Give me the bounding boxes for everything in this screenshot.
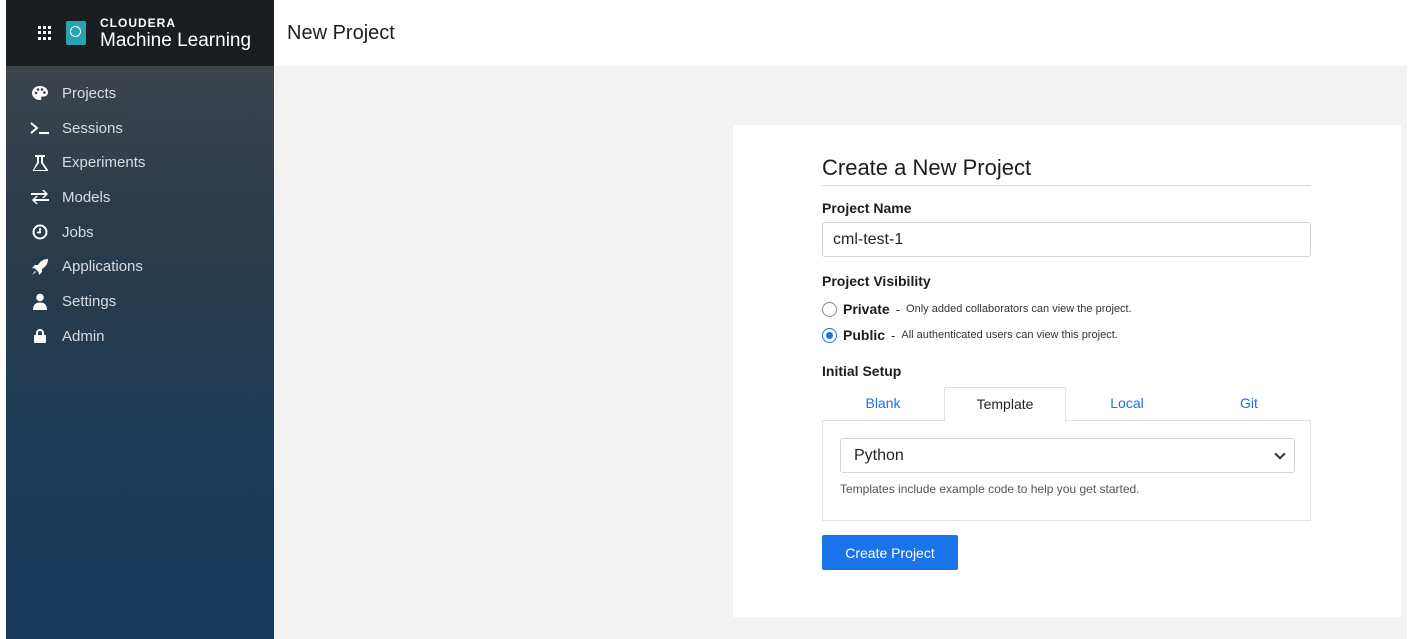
template-select-value: Python bbox=[854, 446, 904, 464]
app-switcher-icon[interactable] bbox=[38, 26, 52, 40]
lock-icon bbox=[30, 327, 50, 345]
sidebar-item-admin[interactable]: Admin bbox=[6, 319, 274, 354]
sidebar-item-label: Sessions bbox=[62, 119, 123, 137]
cloudera-logo-icon bbox=[66, 21, 86, 45]
sidebar-item-label: Applications bbox=[62, 258, 143, 276]
radio-separator: - bbox=[895, 301, 901, 317]
brand-text: CLOUDERA Machine Learning bbox=[100, 17, 251, 50]
create-project-button[interactable]: Create Project bbox=[822, 535, 958, 570]
tab-blank[interactable]: Blank bbox=[822, 387, 944, 420]
page-header: New Project bbox=[274, 0, 1413, 66]
sidebar-item-models[interactable]: Models bbox=[6, 180, 274, 215]
brand-product: Machine Learning bbox=[100, 29, 252, 51]
sidebar-item-sessions[interactable]: Sessions bbox=[6, 111, 274, 146]
template-select[interactable]: Python bbox=[840, 438, 1295, 473]
initial-setup-label: Initial Setup bbox=[822, 363, 902, 379]
project-visibility-label: Project Visibility bbox=[822, 273, 931, 289]
template-help-text: Templates include example code to help y… bbox=[840, 482, 1140, 496]
private-radio[interactable] bbox=[822, 301, 837, 317]
clock-icon bbox=[30, 223, 50, 241]
sidebar: CLOUDERA Machine Learning Projects Sessi… bbox=[0, 0, 274, 639]
template-tab-panel: Python Templates include example code to… bbox=[822, 421, 1311, 521]
tab-template[interactable]: Template bbox=[944, 387, 1066, 422]
project-name-input[interactable] bbox=[822, 222, 1311, 257]
brand-company: CLOUDERA bbox=[100, 15, 176, 30]
visibility-option-private[interactable]: Private - Only added collaborators can v… bbox=[822, 301, 1311, 317]
sidebar-item-settings[interactable]: Settings bbox=[6, 284, 274, 319]
sidebar-item-jobs[interactable]: Jobs bbox=[6, 215, 274, 250]
private-radio-title: Private bbox=[843, 301, 890, 317]
radio-separator: - bbox=[891, 327, 896, 343]
main-content: Create a New Project Project Name Projec… bbox=[274, 66, 1413, 639]
sidebar-item-experiments[interactable]: Experiments bbox=[6, 145, 274, 180]
flask-icon bbox=[30, 154, 50, 172]
private-radio-description: Only added collaborators can view the pr… bbox=[906, 303, 1132, 315]
new-project-card: Create a New Project Project Name Projec… bbox=[733, 125, 1401, 617]
sidebar-item-applications[interactable]: Applications bbox=[6, 249, 274, 284]
project-name-label: Project Name bbox=[822, 200, 912, 216]
page-title: New Project bbox=[287, 21, 395, 44]
chevron-down-icon bbox=[1274, 447, 1286, 460]
public-radio-title: Public bbox=[843, 327, 886, 343]
user-icon bbox=[30, 292, 50, 310]
new-project-form: Create a New Project Project Name Projec… bbox=[822, 155, 1311, 570]
rocket-icon bbox=[30, 258, 50, 276]
sidebar-item-label: Jobs bbox=[62, 223, 94, 241]
brand-bar: CLOUDERA Machine Learning bbox=[0, 0, 274, 66]
terminal-icon bbox=[30, 119, 50, 137]
tab-git[interactable]: Git bbox=[1188, 387, 1310, 420]
app-root: CLOUDERA Machine Learning Projects Sessi… bbox=[0, 0, 1413, 639]
sidebar-item-label: Models bbox=[62, 188, 111, 206]
sidebar-item-label: Projects bbox=[62, 84, 117, 102]
sidebar-item-label: Settings bbox=[62, 292, 117, 310]
sidebar-item-label: Admin bbox=[62, 327, 105, 345]
public-radio-description: All authenticated users can view this pr… bbox=[901, 329, 1118, 341]
sidebar-item-label: Experiments bbox=[62, 154, 146, 172]
sidebar-nav: Projects Sessions Experiments Models Job… bbox=[0, 66, 274, 639]
exchange-icon bbox=[30, 188, 50, 206]
palette-icon bbox=[30, 84, 50, 102]
sidebar-item-projects[interactable]: Projects bbox=[6, 76, 274, 111]
form-title: Create a New Project bbox=[822, 155, 1311, 186]
public-radio[interactable] bbox=[822, 327, 837, 343]
visibility-option-public[interactable]: Public - All authenticated users can vie… bbox=[822, 327, 1311, 343]
setup-tabs: Blank Template Local Git bbox=[822, 387, 1311, 422]
tab-local[interactable]: Local bbox=[1066, 387, 1188, 420]
